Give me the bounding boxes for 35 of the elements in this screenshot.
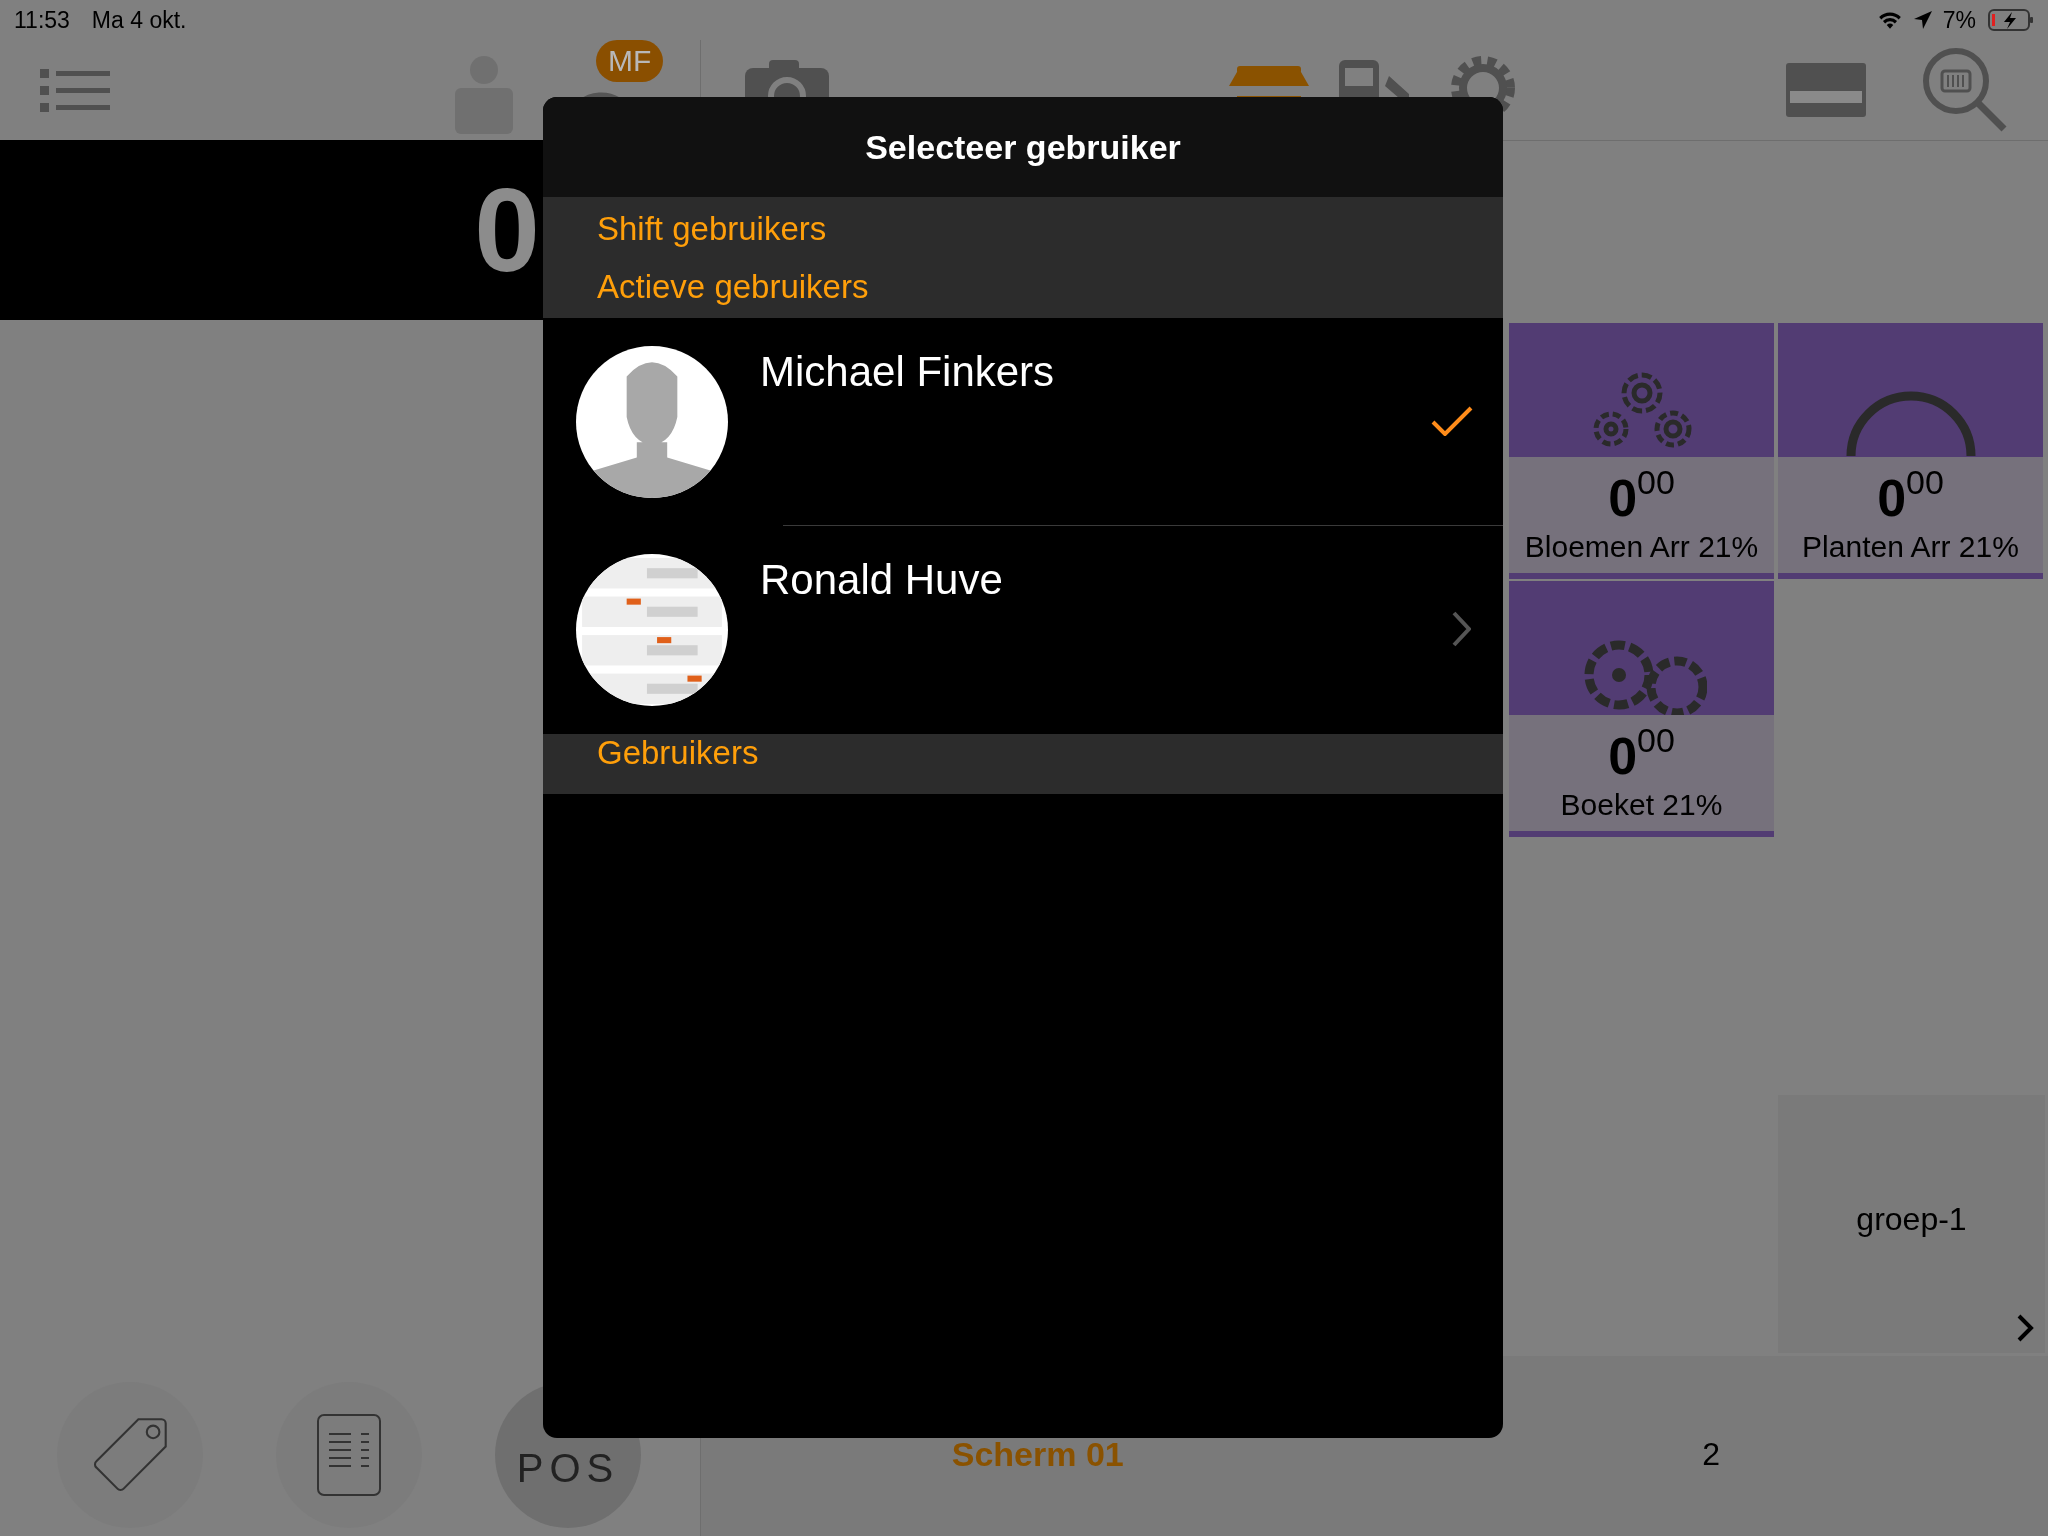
basket-icon [1845, 390, 1976, 457]
barcode-search-icon[interactable] [1922, 47, 2008, 133]
product-tile[interactable]: 0$^{00}$ Boeket 21% [1509, 581, 1774, 837]
group-name: groep-1 [1856, 1200, 1967, 1238]
page-tab[interactable]: 2 [1702, 1435, 1721, 1473]
status-time: 11:53 [14, 6, 70, 34]
chevron-right-icon[interactable] [2015, 1313, 2035, 1343]
user-name: Michael Finkers [760, 348, 1055, 396]
product-tile[interactable]: 0$^{00}$ Bloemen Arr 21% [1509, 323, 1774, 579]
battery-icon [1988, 9, 2034, 31]
user-row[interactable]: Ronald Huve [543, 525, 1503, 734]
card-icon[interactable] [1786, 63, 1866, 117]
tile-name: Bloemen Arr 21% [1524, 530, 1759, 565]
status-date: Ma 4 okt. [91, 6, 187, 34]
menu-icon[interactable] [40, 67, 110, 113]
product-tile[interactable]: 0$^{00}$ Planten Arr 21% [1778, 323, 2043, 579]
section-title[interactable]: Shift gebruikers [597, 209, 827, 248]
tile-name: Planten Arr 21% [1802, 530, 2019, 565]
total-amount: 0 [474, 163, 540, 298]
battery-percentage: 7% [1942, 6, 1976, 34]
chevron-right-icon [1451, 610, 1471, 648]
section-title[interactable]: Actieve gebruikers [597, 267, 869, 306]
document-list-icon [317, 1414, 381, 1496]
tile-price: 0$^{00}$ [1608, 465, 1675, 525]
dialog-title: Selecteer gebruiker [865, 127, 1181, 167]
user-name: Ronald Huve [760, 556, 1003, 604]
section-title[interactable]: Gebruikers [597, 734, 759, 772]
group-tile[interactable]: groep-1 [1778, 1095, 2045, 1353]
tile-price: 0$^{00}$ [1877, 465, 1944, 525]
checkmark-icon [1431, 406, 1473, 436]
tile-name: Boeket 21% [1560, 788, 1723, 823]
user-row[interactable]: Michael Finkers [543, 318, 1503, 525]
tile-price: 0$^{00}$ [1608, 723, 1675, 783]
user-badge: MF [596, 40, 664, 82]
location-arrow-icon [1912, 10, 1933, 30]
